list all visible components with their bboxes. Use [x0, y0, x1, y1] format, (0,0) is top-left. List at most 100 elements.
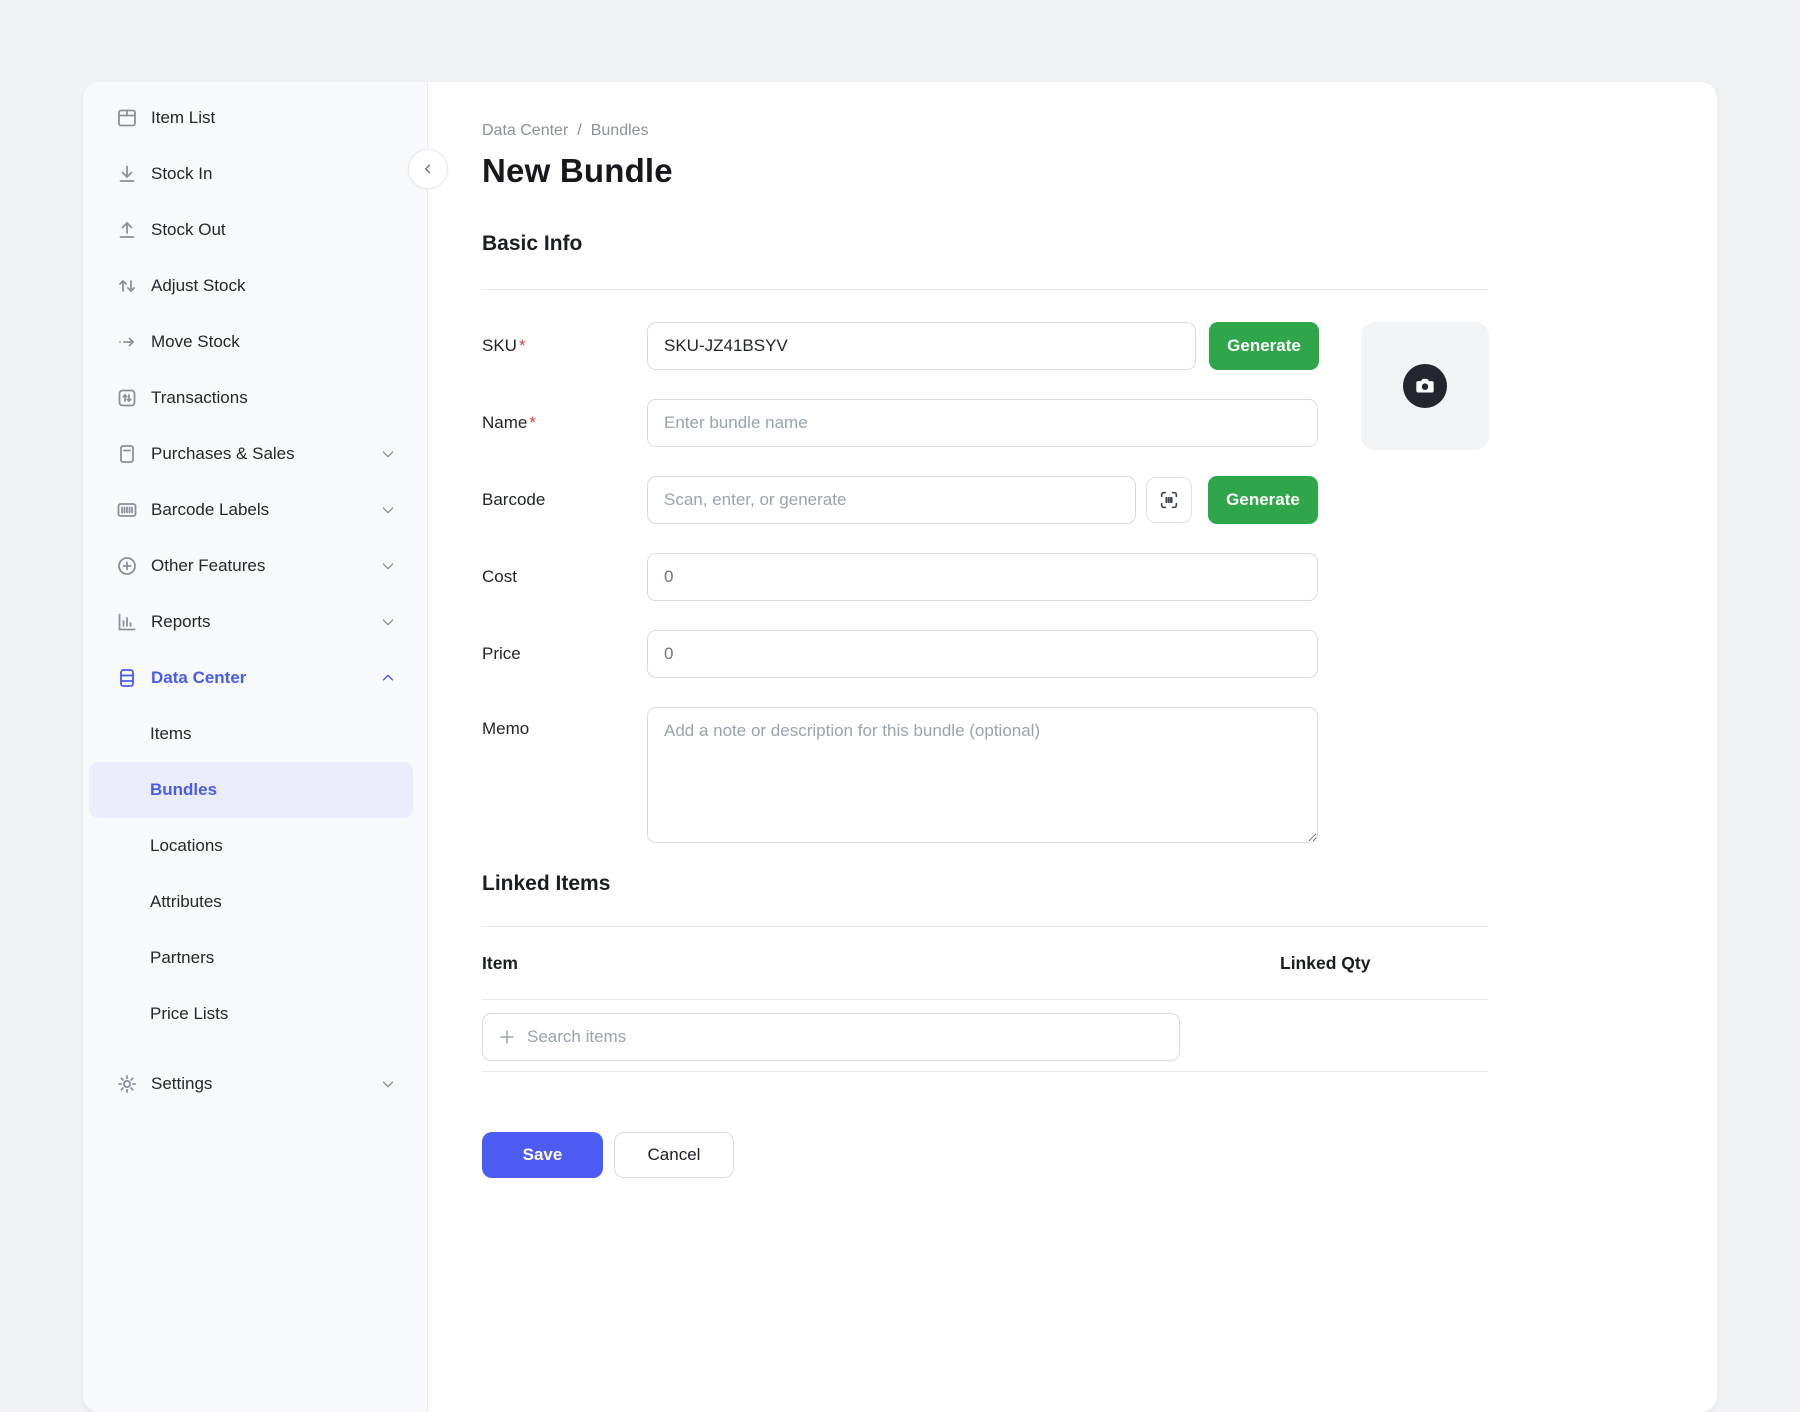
barcode-scan-icon — [1158, 489, 1180, 511]
breadcrumb-bundles[interactable]: Bundles — [591, 122, 649, 140]
memo-textarea[interactable] — [647, 707, 1318, 843]
barcode-generate-button[interactable]: Generate — [1208, 476, 1318, 524]
sidebar-subitem-bundles[interactable]: Bundles — [89, 762, 413, 818]
save-button[interactable]: Save — [482, 1132, 603, 1178]
sidebar-item-transactions[interactable]: Transactions — [83, 370, 427, 426]
transactions-icon — [115, 386, 139, 410]
sidebar-subitem-price-lists[interactable]: Price Lists — [83, 986, 427, 1042]
camera-icon — [1403, 364, 1447, 408]
sidebar-item-settings[interactable]: Settings — [83, 1056, 427, 1112]
chevron-up-icon — [379, 669, 397, 687]
sidebar-item-stock-in[interactable]: Stock In — [83, 146, 427, 202]
breadcrumb-data-center[interactable]: Data Center — [482, 122, 568, 140]
barcode-input[interactable] — [647, 476, 1136, 524]
linked-items-heading: Linked Items — [482, 872, 1488, 896]
price-input[interactable] — [647, 630, 1318, 678]
sidebar-item-other-features[interactable]: Other Features — [83, 538, 427, 594]
bundle-name-input[interactable] — [647, 399, 1318, 447]
sidebar-subitem-partners[interactable]: Partners — [83, 930, 427, 986]
sidebar-subitem-label: Bundles — [150, 780, 217, 800]
basic-info-heading: Basic Info — [482, 232, 1488, 256]
price-label: Price — [482, 644, 647, 664]
sidebar-item-move-stock[interactable]: Move Stock — [83, 314, 427, 370]
sidebar-item-label: Purchases & Sales — [151, 444, 367, 464]
gear-icon — [115, 1072, 139, 1096]
chevron-down-icon — [379, 445, 397, 463]
sidebar-item-label: Data Center — [151, 668, 367, 688]
sidebar-subitem-label: Price Lists — [150, 1004, 228, 1024]
page-title: New Bundle — [482, 152, 1488, 190]
package-icon — [115, 106, 139, 130]
cost-input[interactable] — [647, 553, 1318, 601]
required-asterisk: * — [519, 336, 526, 355]
document-icon — [115, 442, 139, 466]
sidebar-item-barcode-labels[interactable]: Barcode Labels — [83, 482, 427, 538]
name-label: Name* — [482, 413, 647, 433]
cancel-button[interactable]: Cancel — [614, 1132, 734, 1178]
memo-label: Memo — [482, 707, 647, 739]
download-icon — [115, 162, 139, 186]
app-window: Item List Stock In Stock Out Adjust Stoc… — [83, 82, 1717, 1412]
sidebar-item-label: Barcode Labels — [151, 500, 367, 520]
breadcrumb: Data Center / Bundles — [482, 122, 1488, 140]
bundle-form: SKU* Generate Name* Barcode — [482, 322, 1488, 843]
sidebar-item-label: Reports — [151, 612, 367, 632]
name-row: Name* — [482, 399, 1488, 447]
breadcrumb-separator: / — [577, 122, 581, 140]
barcode-icon — [115, 498, 139, 522]
upload-icon — [115, 218, 139, 242]
sku-generate-button[interactable]: Generate — [1209, 322, 1319, 370]
database-icon — [115, 666, 139, 690]
bundle-image-upload[interactable] — [1361, 322, 1489, 450]
search-items-input[interactable] — [482, 1013, 1180, 1061]
linked-items-table-header: Item Linked Qty — [482, 927, 1488, 999]
sidebar-item-label: Transactions — [151, 388, 397, 408]
chevron-down-icon — [379, 1075, 397, 1093]
sidebar-item-label: Other Features — [151, 556, 367, 576]
chevron-down-icon — [379, 613, 397, 631]
name-label-text: Name — [482, 413, 527, 432]
sidebar-item-stock-out[interactable]: Stock Out — [83, 202, 427, 258]
barcode-scan-button[interactable] — [1146, 477, 1192, 523]
sidebar-item-data-center[interactable]: Data Center — [83, 650, 427, 706]
sidebar-subitem-label: Attributes — [150, 892, 222, 912]
chevron-down-icon — [379, 501, 397, 519]
plus-circle-icon — [115, 554, 139, 578]
arrow-right-dotted-icon — [115, 330, 139, 354]
sidebar-item-label: Stock Out — [151, 220, 397, 240]
column-header-item: Item — [482, 953, 1280, 974]
sidebar-subitem-attributes[interactable]: Attributes — [83, 874, 427, 930]
chevron-down-icon — [379, 557, 397, 575]
chevron-left-icon — [419, 160, 437, 178]
sidebar-item-label: Adjust Stock — [151, 276, 397, 296]
sku-row: SKU* Generate — [482, 322, 1488, 370]
memo-row: Memo — [482, 707, 1488, 843]
sku-label: SKU* — [482, 336, 647, 356]
main-content: Data Center / Bundles New Bundle Basic I… — [428, 82, 1717, 1412]
bar-chart-icon — [115, 610, 139, 634]
price-row: Price — [482, 630, 1488, 678]
sidebar-item-adjust-stock[interactable]: Adjust Stock — [83, 258, 427, 314]
sidebar-item-reports[interactable]: Reports — [83, 594, 427, 650]
sidebar-subitem-label: Locations — [150, 836, 223, 856]
sidebar-item-label: Stock In — [151, 164, 397, 184]
table-divider — [482, 1071, 1488, 1072]
linked-items-search-row — [482, 1000, 1488, 1071]
column-header-linked-qty: Linked Qty — [1280, 953, 1488, 974]
sidebar-item-item-list[interactable]: Item List — [83, 90, 427, 146]
sidebar-subitem-items[interactable]: Items — [83, 706, 427, 762]
plus-icon — [497, 1027, 517, 1047]
sidebar-item-label: Settings — [151, 1074, 367, 1094]
cost-label: Cost — [482, 567, 647, 587]
sidebar-subitem-label: Items — [150, 724, 192, 744]
sku-label-text: SKU — [482, 336, 517, 355]
sidebar-collapse-button[interactable] — [408, 149, 448, 189]
section-divider — [482, 289, 1488, 290]
required-asterisk: * — [529, 413, 536, 432]
cost-row: Cost — [482, 553, 1488, 601]
barcode-label: Barcode — [482, 490, 647, 510]
barcode-row: Barcode Generate — [482, 476, 1488, 524]
sidebar-subitem-locations[interactable]: Locations — [83, 818, 427, 874]
sku-input[interactable] — [647, 322, 1196, 370]
sidebar-item-purchases-sales[interactable]: Purchases & Sales — [83, 426, 427, 482]
